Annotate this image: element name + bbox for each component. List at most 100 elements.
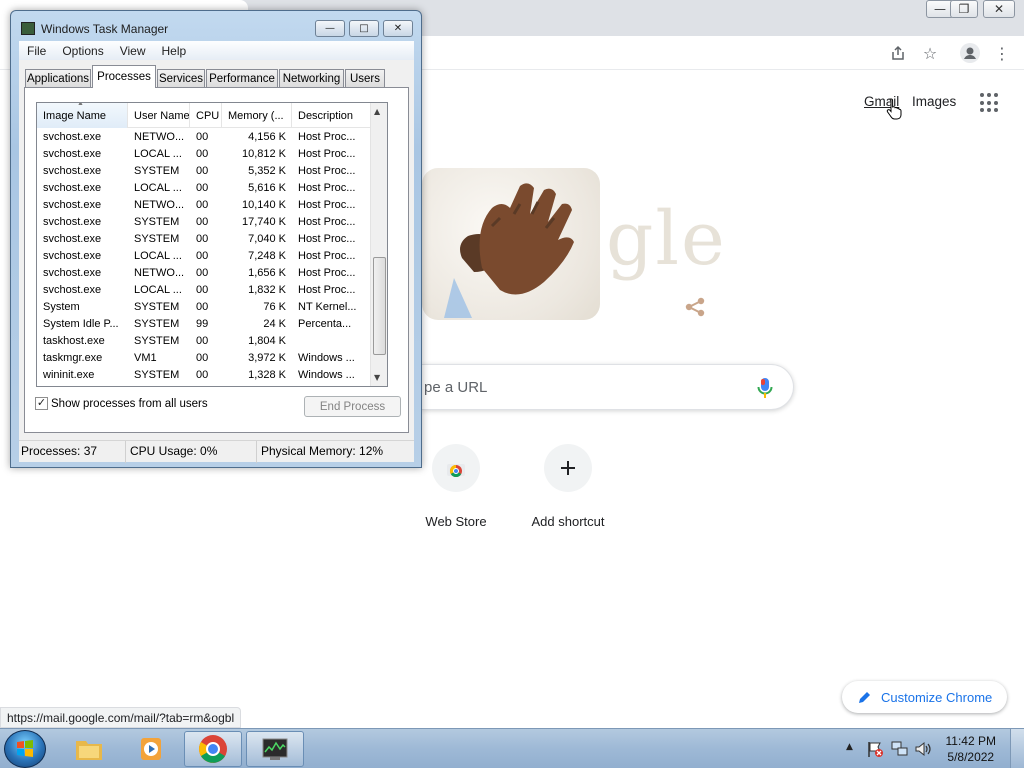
process-row[interactable]: System SYSTEM 00 76 K NT Kernel... (37, 299, 371, 316)
voice-search-mic-icon[interactable] (757, 377, 773, 399)
doodle-letters: gle (606, 196, 727, 282)
chrome-close-button[interactable]: ✕ (983, 0, 1015, 18)
process-row[interactable]: System Idle P... SYSTEM 99 24 K Percenta... (37, 316, 371, 333)
process-user-name: NETWO... (134, 131, 185, 143)
column-memory[interactable]: Memory (... (222, 103, 292, 128)
process-row[interactable]: taskmgr.exe VM1 00 3,972 K Windows ... (37, 350, 371, 367)
start-button[interactable] (4, 730, 46, 768)
tab-processes[interactable]: Processes (92, 65, 156, 88)
process-memory: 7,248 K (248, 250, 286, 262)
process-cpu: 00 (196, 165, 209, 177)
chrome-restore-button[interactable]: ❐ (950, 0, 978, 18)
process-image-name: svchost.exe (43, 284, 102, 296)
menu-help[interactable]: Help (154, 44, 195, 58)
tab-applications[interactable]: Applications (25, 69, 91, 87)
taskbar-chrome[interactable] (184, 731, 242, 767)
action-center-flag-icon[interactable] (866, 740, 884, 758)
process-image-name: taskmgr.exe (43, 352, 103, 364)
process-image-name: svchost.exe (43, 165, 102, 177)
process-row[interactable]: svchost.exe LOCAL ... 00 5,616 K Host Proc..… (37, 180, 371, 197)
process-description: Host Proc... (298, 199, 356, 211)
process-memory: 7,040 K (248, 233, 286, 245)
column-cpu[interactable]: CPU (190, 103, 222, 128)
images-link[interactable]: Images (912, 94, 956, 109)
minimize-button[interactable]: — (315, 20, 345, 37)
process-row[interactable]: svchost.exe NETWO... 00 10,140 K Host Proc..… (37, 197, 371, 214)
volume-icon[interactable] (914, 740, 932, 758)
column-description[interactable]: Description (292, 103, 371, 128)
shortcut-add[interactable]: Add shortcut (512, 442, 624, 532)
tab-services[interactable]: Services (157, 69, 205, 87)
system-clock[interactable]: 11:42 PM 5/8/2022 (946, 733, 996, 765)
process-memory: 17,740 K (241, 216, 286, 228)
maximize-button[interactable]: □ (349, 20, 379, 37)
menu-file[interactable]: File (19, 44, 54, 58)
menu-options[interactable]: Options (54, 44, 111, 58)
process-image-name: svchost.exe (43, 233, 102, 245)
task-manager-window[interactable]: Windows Task Manager — □ ✕ File Options … (10, 10, 422, 468)
process-cpu: 00 (196, 182, 209, 194)
chrome-menu-icon[interactable]: ⋮ (990, 41, 1014, 65)
show-all-processes-checkbox[interactable]: ✓ Show processes from all users (35, 397, 208, 410)
list-header: Image Name ▲ User Name CPU Memory (... D… (37, 103, 371, 128)
vertical-scrollbar[interactable]: ▲ ▼ (370, 103, 387, 386)
profile-avatar-icon[interactable] (958, 41, 982, 65)
process-row[interactable]: svchost.exe LOCAL ... 00 10,812 K Host Proc.… (37, 146, 371, 163)
taskbar-media-player[interactable] (122, 731, 180, 767)
process-row[interactable]: svchost.exe LOCAL ... 00 1,832 K Host Proc..… (37, 282, 371, 299)
shortcut-label: Web Store (425, 514, 487, 529)
tab-networking[interactable]: Networking (279, 69, 344, 87)
customize-chrome-button[interactable]: Customize Chrome (842, 681, 1007, 713)
process-row[interactable]: svchost.exe NETWO... 00 4,156 K Host Proc... (37, 129, 371, 146)
column-user-name[interactable]: User Name (128, 103, 190, 128)
menu-view[interactable]: View (112, 44, 154, 58)
scrollbar-thumb[interactable] (373, 257, 386, 355)
search-placeholder: pe a URL (424, 379, 488, 396)
process-image-name: svchost.exe (43, 182, 102, 194)
process-row[interactable]: svchost.exe LOCAL ... 00 7,248 K Host Proc..… (37, 248, 371, 265)
process-cpu: 00 (196, 369, 209, 381)
show-desktop-button[interactable] (1010, 729, 1024, 768)
doodle-image[interactable] (422, 168, 600, 320)
process-cpu: 00 (196, 335, 209, 347)
process-image-name: svchost.exe (43, 216, 102, 228)
process-cpu: 00 (196, 352, 209, 364)
process-user-name: SYSTEM (134, 318, 180, 330)
tab-users[interactable]: Users (345, 69, 385, 87)
network-icon[interactable] (890, 740, 910, 758)
process-user-name: SYSTEM (134, 301, 180, 313)
pencil-icon (859, 692, 870, 703)
taskbar-explorer[interactable] (60, 731, 118, 767)
process-row[interactable]: svchost.exe SYSTEM 00 5,352 K Host Proc... (37, 163, 371, 180)
process-memory: 10,812 K (241, 148, 286, 160)
process-memory: 10,140 K (241, 199, 286, 211)
column-image-name[interactable]: Image Name ▲ (37, 103, 128, 128)
tray-expand-icon[interactable]: ▲ (846, 742, 853, 752)
process-memory: 4,156 K (248, 131, 286, 143)
bookmark-star-icon[interactable]: ☆ (918, 41, 942, 65)
process-memory: 1,804 K (248, 335, 286, 347)
google-apps-icon[interactable] (980, 93, 1000, 113)
process-row[interactable]: svchost.exe NETWO... 00 1,656 K Host Proc... (37, 265, 371, 282)
taskbar-task-manager[interactable] (246, 731, 304, 767)
share-page-icon[interactable] (886, 41, 910, 65)
process-row[interactable]: taskhost.exe SYSTEM 00 1,804 K (37, 333, 371, 350)
status-processes: Processes: 37 (19, 441, 126, 463)
checkbox-checked-icon[interactable]: ✓ (35, 397, 48, 410)
process-image-name: taskhost.exe (43, 335, 105, 347)
process-list[interactable]: Image Name ▲ User Name CPU Memory (... D… (36, 102, 388, 387)
search-box[interactable]: pe a URL (422, 364, 794, 410)
scroll-up-icon[interactable]: ▲ (374, 107, 380, 116)
end-process-button[interactable]: End Process (304, 396, 401, 417)
process-row[interactable]: svchost.exe SYSTEM 00 7,040 K Host Proc... (37, 231, 371, 248)
process-memory: 24 K (263, 318, 286, 330)
process-description: Host Proc... (298, 250, 356, 262)
tab-performance[interactable]: Performance (206, 69, 278, 87)
process-cpu: 00 (196, 301, 209, 313)
scroll-down-icon[interactable]: ▼ (374, 373, 380, 382)
process-row[interactable]: wininit.exe SYSTEM 00 1,328 K Windows ... (37, 367, 371, 384)
close-button[interactable]: ✕ (383, 20, 413, 37)
process-row[interactable]: svchost.exe SYSTEM 00 17,740 K Host Proc... (37, 214, 371, 231)
doodle-share-icon[interactable] (684, 296, 706, 318)
link-status-bubble: https://mail.google.com/mail/?tab=rm&ogb… (0, 707, 242, 728)
